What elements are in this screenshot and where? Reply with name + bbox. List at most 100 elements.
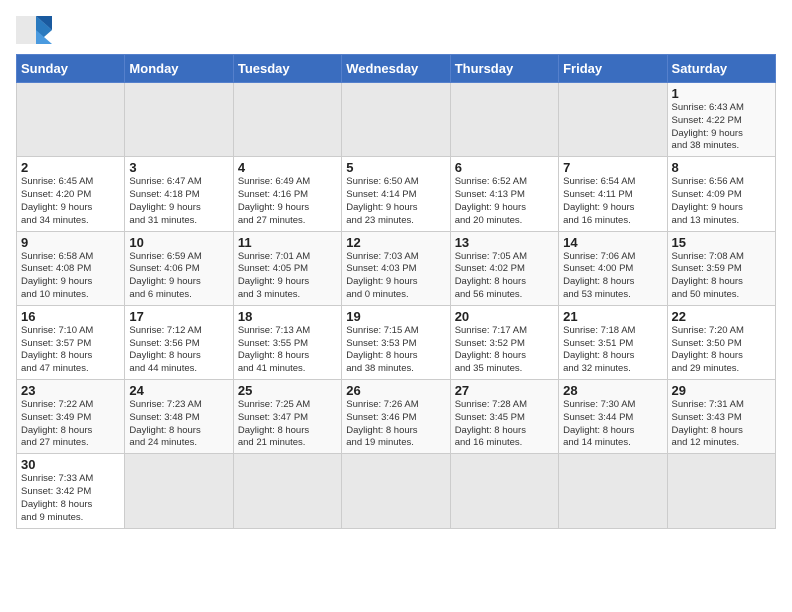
day-info: Sunrise: 7:18 AM Sunset: 3:51 PM Dayligh…: [563, 325, 662, 376]
calendar-cell: 30Sunrise: 7:33 AM Sunset: 3:42 PM Dayli…: [17, 454, 125, 528]
calendar-cell: [342, 83, 450, 157]
calendar-cell: 29Sunrise: 7:31 AM Sunset: 3:43 PM Dayli…: [667, 380, 775, 454]
weekday-header-thursday: Thursday: [450, 55, 558, 83]
calendar-cell: 13Sunrise: 7:05 AM Sunset: 4:02 PM Dayli…: [450, 231, 558, 305]
week-row-1: 1Sunrise: 6:43 AM Sunset: 4:22 PM Daylig…: [17, 83, 776, 157]
day-number: 24: [129, 383, 228, 398]
calendar-cell: [17, 83, 125, 157]
day-number: 18: [238, 309, 337, 324]
day-number: 17: [129, 309, 228, 324]
calendar-cell: 11Sunrise: 7:01 AM Sunset: 4:05 PM Dayli…: [233, 231, 341, 305]
day-number: 5: [346, 160, 445, 175]
weekday-header-friday: Friday: [559, 55, 667, 83]
calendar-cell: 1Sunrise: 6:43 AM Sunset: 4:22 PM Daylig…: [667, 83, 775, 157]
week-row-2: 2Sunrise: 6:45 AM Sunset: 4:20 PM Daylig…: [17, 157, 776, 231]
page: SundayMondayTuesdayWednesdayThursdayFrid…: [0, 0, 792, 612]
day-number: 2: [21, 160, 120, 175]
calendar-cell: [342, 454, 450, 528]
weekday-header-sunday: Sunday: [17, 55, 125, 83]
day-number: 9: [21, 235, 120, 250]
day-number: 14: [563, 235, 662, 250]
day-number: 8: [672, 160, 771, 175]
calendar-cell: 22Sunrise: 7:20 AM Sunset: 3:50 PM Dayli…: [667, 305, 775, 379]
calendar-cell: 3Sunrise: 6:47 AM Sunset: 4:18 PM Daylig…: [125, 157, 233, 231]
day-info: Sunrise: 7:20 AM Sunset: 3:50 PM Dayligh…: [672, 325, 771, 376]
day-info: Sunrise: 7:06 AM Sunset: 4:00 PM Dayligh…: [563, 251, 662, 302]
day-info: Sunrise: 7:01 AM Sunset: 4:05 PM Dayligh…: [238, 251, 337, 302]
day-number: 26: [346, 383, 445, 398]
day-info: Sunrise: 6:54 AM Sunset: 4:11 PM Dayligh…: [563, 176, 662, 227]
day-info: Sunrise: 7:26 AM Sunset: 3:46 PM Dayligh…: [346, 399, 445, 450]
day-info: Sunrise: 7:22 AM Sunset: 3:49 PM Dayligh…: [21, 399, 120, 450]
day-info: Sunrise: 7:10 AM Sunset: 3:57 PM Dayligh…: [21, 325, 120, 376]
day-info: Sunrise: 6:47 AM Sunset: 4:18 PM Dayligh…: [129, 176, 228, 227]
weekday-header-saturday: Saturday: [667, 55, 775, 83]
week-row-6: 30Sunrise: 7:33 AM Sunset: 3:42 PM Dayli…: [17, 454, 776, 528]
day-number: 23: [21, 383, 120, 398]
calendar-cell: [450, 454, 558, 528]
calendar-cell: 17Sunrise: 7:12 AM Sunset: 3:56 PM Dayli…: [125, 305, 233, 379]
calendar-cell: [559, 83, 667, 157]
calendar-cell: 15Sunrise: 7:08 AM Sunset: 3:59 PM Dayli…: [667, 231, 775, 305]
day-info: Sunrise: 7:03 AM Sunset: 4:03 PM Dayligh…: [346, 251, 445, 302]
weekday-header-wednesday: Wednesday: [342, 55, 450, 83]
day-info: Sunrise: 7:23 AM Sunset: 3:48 PM Dayligh…: [129, 399, 228, 450]
day-number: 27: [455, 383, 554, 398]
calendar-cell: 28Sunrise: 7:30 AM Sunset: 3:44 PM Dayli…: [559, 380, 667, 454]
day-info: Sunrise: 7:33 AM Sunset: 3:42 PM Dayligh…: [21, 473, 120, 524]
calendar-cell: 24Sunrise: 7:23 AM Sunset: 3:48 PM Dayli…: [125, 380, 233, 454]
calendar-cell: 23Sunrise: 7:22 AM Sunset: 3:49 PM Dayli…: [17, 380, 125, 454]
day-number: 12: [346, 235, 445, 250]
calendar-cell: 20Sunrise: 7:17 AM Sunset: 3:52 PM Dayli…: [450, 305, 558, 379]
day-number: 15: [672, 235, 771, 250]
day-info: Sunrise: 7:31 AM Sunset: 3:43 PM Dayligh…: [672, 399, 771, 450]
day-number: 20: [455, 309, 554, 324]
calendar-cell: 10Sunrise: 6:59 AM Sunset: 4:06 PM Dayli…: [125, 231, 233, 305]
day-number: 16: [21, 309, 120, 324]
calendar-cell: 25Sunrise: 7:25 AM Sunset: 3:47 PM Dayli…: [233, 380, 341, 454]
calendar-cell: 7Sunrise: 6:54 AM Sunset: 4:11 PM Daylig…: [559, 157, 667, 231]
day-number: 30: [21, 457, 120, 472]
day-info: Sunrise: 7:17 AM Sunset: 3:52 PM Dayligh…: [455, 325, 554, 376]
calendar-cell: [450, 83, 558, 157]
week-row-5: 23Sunrise: 7:22 AM Sunset: 3:49 PM Dayli…: [17, 380, 776, 454]
day-info: Sunrise: 7:15 AM Sunset: 3:53 PM Dayligh…: [346, 325, 445, 376]
calendar-table: SundayMondayTuesdayWednesdayThursdayFrid…: [16, 54, 776, 529]
calendar-cell: 14Sunrise: 7:06 AM Sunset: 4:00 PM Dayli…: [559, 231, 667, 305]
day-info: Sunrise: 6:52 AM Sunset: 4:13 PM Dayligh…: [455, 176, 554, 227]
calendar-cell: 6Sunrise: 6:52 AM Sunset: 4:13 PM Daylig…: [450, 157, 558, 231]
day-number: 22: [672, 309, 771, 324]
calendar-cell: 12Sunrise: 7:03 AM Sunset: 4:03 PM Dayli…: [342, 231, 450, 305]
calendar-cell: 19Sunrise: 7:15 AM Sunset: 3:53 PM Dayli…: [342, 305, 450, 379]
calendar-cell: 27Sunrise: 7:28 AM Sunset: 3:45 PM Dayli…: [450, 380, 558, 454]
calendar-cell: 2Sunrise: 6:45 AM Sunset: 4:20 PM Daylig…: [17, 157, 125, 231]
calendar-cell: 26Sunrise: 7:26 AM Sunset: 3:46 PM Dayli…: [342, 380, 450, 454]
calendar-cell: [559, 454, 667, 528]
calendar-cell: [667, 454, 775, 528]
day-number: 11: [238, 235, 337, 250]
day-info: Sunrise: 7:13 AM Sunset: 3:55 PM Dayligh…: [238, 325, 337, 376]
calendar-cell: [125, 454, 233, 528]
calendar-cell: 5Sunrise: 6:50 AM Sunset: 4:14 PM Daylig…: [342, 157, 450, 231]
day-number: 1: [672, 86, 771, 101]
day-number: 7: [563, 160, 662, 175]
day-number: 25: [238, 383, 337, 398]
day-number: 21: [563, 309, 662, 324]
day-info: Sunrise: 6:49 AM Sunset: 4:16 PM Dayligh…: [238, 176, 337, 227]
day-number: 4: [238, 160, 337, 175]
day-info: Sunrise: 6:50 AM Sunset: 4:14 PM Dayligh…: [346, 176, 445, 227]
day-number: 10: [129, 235, 228, 250]
day-number: 3: [129, 160, 228, 175]
day-info: Sunrise: 6:45 AM Sunset: 4:20 PM Dayligh…: [21, 176, 120, 227]
day-info: Sunrise: 6:43 AM Sunset: 4:22 PM Dayligh…: [672, 102, 771, 153]
weekday-header-monday: Monday: [125, 55, 233, 83]
calendar-cell: [233, 454, 341, 528]
day-info: Sunrise: 7:05 AM Sunset: 4:02 PM Dayligh…: [455, 251, 554, 302]
day-number: 28: [563, 383, 662, 398]
calendar-cell: 9Sunrise: 6:58 AM Sunset: 4:08 PM Daylig…: [17, 231, 125, 305]
calendar-cell: [233, 83, 341, 157]
day-number: 19: [346, 309, 445, 324]
week-row-4: 16Sunrise: 7:10 AM Sunset: 3:57 PM Dayli…: [17, 305, 776, 379]
calendar-cell: 8Sunrise: 6:56 AM Sunset: 4:09 PM Daylig…: [667, 157, 775, 231]
logo: [16, 16, 56, 44]
